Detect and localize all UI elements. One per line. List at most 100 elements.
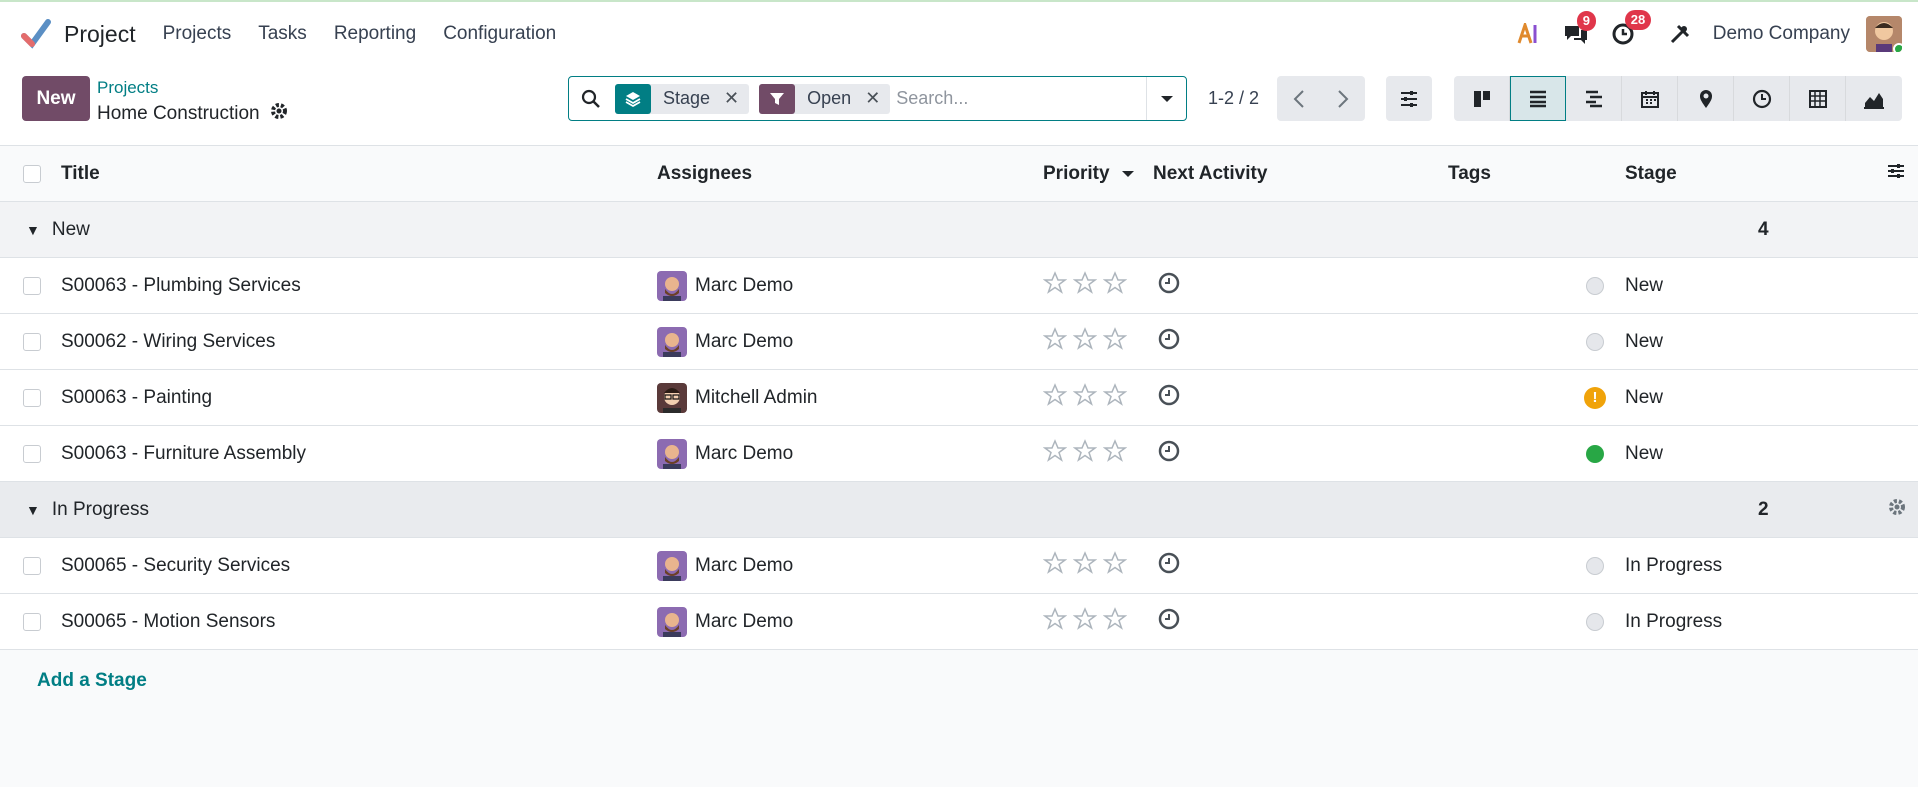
warning-status-icon[interactable]: ! [1584,386,1606,409]
priority-stars[interactable] [1042,606,1133,637]
gear-icon[interactable] [1888,498,1906,522]
graph-view-button[interactable] [1846,76,1902,121]
search-dropdown-toggle[interactable] [1146,77,1186,120]
group-row-new[interactable]: ▼ New 4 [0,202,1918,258]
table-row[interactable]: S00065 - Security Services Marc Demo In … [0,538,1918,594]
facet-stage[interactable]: Stage ✕ [615,83,750,114]
activity-view-button[interactable] [1734,76,1790,121]
menu-projects[interactable]: Projects [163,23,232,45]
row-checkbox[interactable] [23,612,41,631]
column-next-activity[interactable]: Next Activity [1153,163,1267,185]
activity-clock-icon[interactable] [1158,384,1180,412]
row-checkbox[interactable] [23,388,41,407]
close-icon[interactable]: ✕ [724,88,739,109]
priority-stars[interactable] [1042,550,1133,581]
table-row[interactable]: S00063 - Painting Mitchell Admin ! New [0,370,1918,426]
assignee[interactable]: Marc Demo [657,326,793,357]
assignee[interactable]: Marc Demo [657,438,793,469]
menu-configuration[interactable]: Configuration [443,23,556,45]
column-stage[interactable]: Stage [1625,163,1677,185]
star-icon[interactable] [1102,382,1128,413]
optional-columns-icon[interactable] [1886,162,1906,186]
star-icon[interactable] [1102,326,1128,357]
activity-clock-icon[interactable] [1158,272,1180,300]
activity-clock-icon[interactable] [1158,608,1180,636]
star-icon[interactable] [1072,438,1098,469]
assignee[interactable]: Marc Demo [657,270,793,301]
tools-icon[interactable] [1669,23,1691,45]
new-button[interactable]: New [22,76,90,121]
pager-next-button[interactable] [1321,76,1365,121]
kanban-status-dot[interactable] [1586,276,1604,295]
select-all-checkbox[interactable] [23,164,41,183]
calendar-view-button[interactable] [1622,76,1678,121]
star-icon[interactable] [1072,550,1098,581]
star-icon[interactable] [1042,550,1068,581]
kanban-status-dot[interactable] [1586,556,1604,575]
pivot-view-button[interactable] [1790,76,1846,121]
group-row-in-progress[interactable]: ▼ In Progress 2 [0,482,1918,538]
facet-open[interactable]: Open ✕ [759,83,891,114]
list-view-button[interactable] [1510,76,1566,121]
view-settings-button[interactable] [1386,76,1432,121]
star-icon[interactable] [1102,270,1128,301]
star-icon[interactable] [1042,438,1068,469]
star-icon[interactable] [1102,438,1128,469]
breadcrumb-projects[interactable]: Projects [97,78,158,98]
column-assignees[interactable]: Assignees [657,163,752,185]
search-input[interactable] [896,88,1137,109]
row-checkbox[interactable] [23,332,41,351]
star-icon[interactable] [1102,606,1128,637]
activities-clock-icon[interactable]: 28 [1611,10,1652,46]
table-row[interactable]: S00065 - Motion Sensors Marc Demo In Pro… [0,594,1918,650]
ai-icon[interactable] [1517,23,1541,45]
row-checkbox[interactable] [23,556,41,575]
kanban-status-dot[interactable] [1586,612,1604,631]
row-checkbox[interactable] [23,444,41,463]
messages-icon[interactable]: 9 [1563,11,1596,45]
column-priority[interactable]: Priority [1043,163,1134,185]
kanban-status-dot[interactable] [1586,444,1604,463]
assignee[interactable]: Marc Demo [657,550,793,581]
table-row[interactable]: S00062 - Wiring Services Marc Demo New [0,314,1918,370]
company-switcher[interactable]: Demo Company [1713,23,1850,45]
pager-value[interactable]: 1-2 / 2 [1208,88,1259,109]
user-avatar[interactable] [1866,16,1902,52]
menu-tasks[interactable]: Tasks [258,23,307,45]
column-tags[interactable]: Tags [1448,163,1491,185]
star-icon[interactable] [1042,270,1068,301]
kanban-status-dot[interactable] [1586,332,1604,351]
kanban-view-button[interactable] [1454,76,1510,121]
column-title[interactable]: Title [61,163,100,185]
add-stage-link[interactable]: Add a Stage [37,670,147,692]
priority-stars[interactable] [1042,438,1133,469]
app-brand[interactable]: Project [20,18,136,50]
star-icon[interactable] [1042,382,1068,413]
activity-clock-icon[interactable] [1158,552,1180,580]
table-row[interactable]: S00063 - Plumbing Services Marc Demo New [0,258,1918,314]
star-icon[interactable] [1072,270,1098,301]
map-view-button[interactable] [1678,76,1734,121]
assignee[interactable]: Mitchell Admin [657,382,818,413]
assignee[interactable]: Marc Demo [657,606,793,637]
menu-reporting[interactable]: Reporting [334,23,416,45]
priority-stars[interactable] [1042,326,1133,357]
star-icon[interactable] [1072,382,1098,413]
area-chart-icon [1864,92,1884,109]
search-icon[interactable] [581,89,605,109]
activity-clock-icon[interactable] [1158,440,1180,468]
star-icon[interactable] [1042,326,1068,357]
gantt-view-button[interactable] [1566,76,1622,121]
star-icon[interactable] [1072,326,1098,357]
priority-stars[interactable] [1042,382,1133,413]
star-icon[interactable] [1102,550,1128,581]
priority-stars[interactable] [1042,270,1133,301]
star-icon[interactable] [1072,606,1098,637]
table-row[interactable]: S00063 - Furniture Assembly Marc Demo Ne… [0,426,1918,482]
star-icon[interactable] [1042,606,1068,637]
pager-previous-button[interactable] [1277,76,1321,121]
activity-clock-icon[interactable] [1158,328,1180,356]
gear-icon[interactable] [270,102,288,126]
row-checkbox[interactable] [23,276,41,295]
close-icon[interactable]: ✕ [865,88,880,109]
